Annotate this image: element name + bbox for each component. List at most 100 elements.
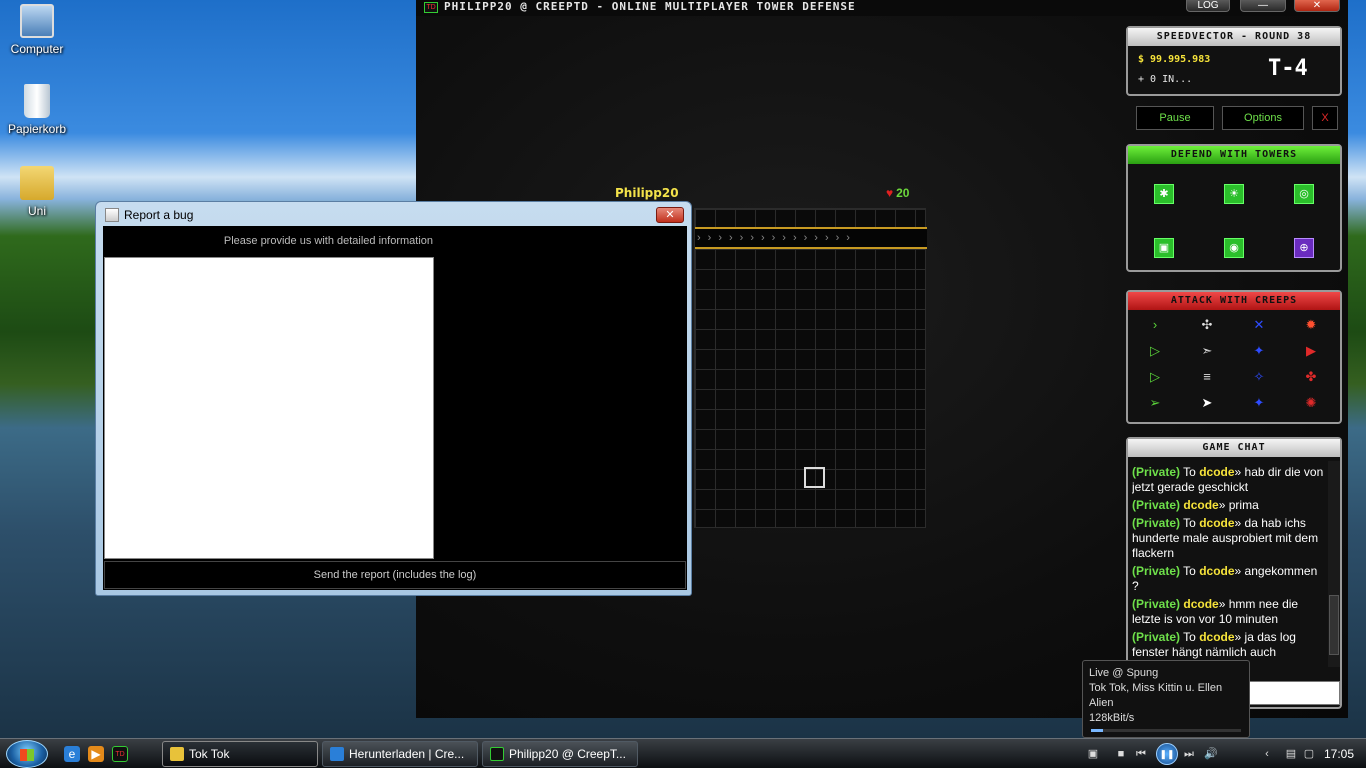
status-header: SPEEDVECTOR - ROUND 38: [1128, 28, 1340, 46]
chat-nick[interactable]: dcode: [1183, 498, 1218, 512]
tower-block-icon[interactable]: ▣: [1154, 238, 1174, 258]
bug-description-textarea[interactable]: [104, 257, 434, 559]
player-name: Philipp20: [615, 186, 679, 200]
creep-green-2-icon[interactable]: ▷: [1146, 342, 1164, 360]
chat-nick[interactable]: dcode: [1199, 516, 1234, 530]
desktop-icon-recycle-bin[interactable]: Papierkorb: [0, 84, 74, 136]
chat-message: (Private) To dcode» hab dir die von jetz…: [1132, 465, 1324, 494]
creep-white-4-icon[interactable]: ➤: [1198, 394, 1216, 412]
media-station: Live @ Spung: [1089, 667, 1159, 679]
creep-green-1-icon[interactable]: ›: [1146, 316, 1164, 334]
creep-blue-2-icon[interactable]: ✦: [1250, 342, 1268, 360]
internet-explorer-icon[interactable]: e: [64, 746, 80, 762]
chat-scroll-thumb[interactable]: [1329, 595, 1339, 655]
chat-nick[interactable]: dcode: [1199, 465, 1234, 479]
taskbar-item-creeptd[interactable]: Philipp20 @ CreepT...: [482, 741, 638, 767]
system-tray: ▣ ■ ⏮ ❚❚ ⏭ 🔊 ‹ ▤ ▢ 17:05: [1080, 741, 1362, 767]
status-panel: SPEEDVECTOR - ROUND 38 $ 99.995.983 + 0 …: [1126, 26, 1342, 96]
chat-input[interactable]: [1238, 681, 1340, 705]
game-titlebar[interactable]: TD PHILIPP20 @ CREEPTD - ONLINE MULTIPLA…: [416, 0, 1348, 16]
volume-icon[interactable]: 🔊: [1204, 747, 1218, 761]
lives-value: 20: [896, 186, 910, 200]
creep-red-4-icon[interactable]: ✺: [1302, 394, 1320, 412]
log-button[interactable]: LOG: [1186, 0, 1230, 12]
quit-game-button[interactable]: X: [1312, 106, 1338, 130]
winamp-icon: [170, 747, 184, 761]
money-display: $ 99.995.983: [1138, 54, 1211, 65]
pause-icon[interactable]: ❚❚: [1156, 743, 1178, 765]
media-bitrate: 128kBit/s: [1089, 712, 1135, 724]
pause-button[interactable]: Pause: [1136, 106, 1214, 130]
minimize-button[interactable]: —: [1240, 0, 1286, 12]
display-icon[interactable]: ▢: [1302, 747, 1316, 761]
recycle-bin-icon: [24, 84, 50, 118]
chat-nick[interactable]: dcode: [1183, 597, 1218, 611]
round-timer: T-4: [1268, 56, 1308, 81]
tower-cannon-icon[interactable]: ✱: [1154, 184, 1174, 204]
chat-nick[interactable]: dcode: [1199, 630, 1234, 644]
media-progress-bar[interactable]: [1091, 729, 1241, 732]
send-report-button[interactable]: Send the report (includes the log): [104, 561, 686, 589]
tower-swirl-icon[interactable]: ◎: [1294, 184, 1314, 204]
chat-tag: (Private): [1132, 597, 1181, 611]
desktop-icon-uni[interactable]: Uni: [0, 166, 74, 218]
chat-tag: (Private): [1132, 465, 1181, 479]
dialog-body: Please provide us with detailed informat…: [103, 226, 687, 590]
creep-blue-1-icon[interactable]: ✕: [1250, 316, 1268, 334]
chevron-left-icon[interactable]: ‹: [1260, 747, 1274, 761]
tower-radar-icon[interactable]: ⊕: [1294, 238, 1314, 258]
creep-path: ›››››››››››››››: [695, 227, 927, 249]
media-mini-icon[interactable]: ▣: [1086, 747, 1100, 761]
network-icon[interactable]: ▤: [1284, 747, 1298, 761]
creep-red-1-icon[interactable]: ✹: [1302, 316, 1320, 334]
taskbar-item-browser[interactable]: Herunterladen | Cre...: [322, 741, 478, 767]
creep-red-3-icon[interactable]: ✤: [1302, 368, 1320, 386]
chat-prefix: To: [1183, 516, 1196, 530]
taskbar-item-tok-tok[interactable]: Tok Tok: [162, 741, 318, 767]
chat-tag: (Private): [1132, 498, 1181, 512]
options-button[interactable]: Options: [1222, 106, 1304, 130]
creep-red-2-icon[interactable]: ▶: [1302, 342, 1320, 360]
creep-green-4-icon[interactable]: ➢: [1146, 394, 1164, 412]
creeptd-quicklaunch-icon[interactable]: TD: [112, 746, 128, 762]
creep-white-2-icon[interactable]: ➣: [1198, 342, 1216, 360]
folder-shortcut-icon: [20, 166, 54, 200]
start-button[interactable]: [6, 740, 48, 768]
chat-tag: (Private): [1132, 516, 1181, 530]
stop-icon[interactable]: ■: [1114, 747, 1128, 761]
tower-target-icon[interactable]: ◉: [1224, 238, 1244, 258]
java-app-icon: [105, 208, 119, 222]
towers-header: DEFEND WITH TOWERS: [1128, 146, 1340, 164]
clock[interactable]: 17:05: [1324, 747, 1354, 761]
creep-white-1-icon[interactable]: ✣: [1198, 316, 1216, 334]
desktop-icon-computer[interactable]: Computer: [0, 4, 74, 56]
tower-lightning-icon[interactable]: ☀: [1224, 184, 1244, 204]
creep-white-3-icon[interactable]: ≡: [1198, 368, 1216, 386]
taskbar-item-label: Herunterladen | Cre...: [349, 747, 465, 761]
dialog-close-button[interactable]: ✕: [656, 207, 684, 223]
creep-green-3-icon[interactable]: ▷: [1146, 368, 1164, 386]
desktop-icon-label: Uni: [27, 204, 46, 218]
next-icon[interactable]: ⏭: [1182, 747, 1196, 761]
chat-tag: (Private): [1132, 630, 1181, 644]
heart-icon: ♥: [886, 186, 894, 200]
close-button[interactable]: ✕: [1294, 0, 1340, 12]
previous-icon[interactable]: ⏮: [1134, 747, 1148, 761]
bug-report-dialog: Report a bug ✕ Please provide us with de…: [95, 201, 692, 596]
chat-scrollbar[interactable]: [1328, 461, 1340, 667]
creep-blue-3-icon[interactable]: ✧: [1250, 368, 1268, 386]
chat-nick[interactable]: dcode: [1199, 564, 1234, 578]
chat-message: (Private) To dcode» ja das log fenster h…: [1132, 630, 1296, 659]
window-title: PHILIPP20 @ CREEPTD - ONLINE MULTIPLAYER…: [444, 0, 856, 13]
creeptd-icon: TD: [424, 2, 438, 13]
creep-blue-4-icon[interactable]: ✦: [1250, 394, 1268, 412]
computer-icon: [20, 4, 54, 38]
chat-message: (Private) dcode» hmm nee die letzte is v…: [1132, 597, 1299, 626]
creeps-panel: ATTACK WITH CREEPS › ✣ ✕ ✹ ▷ ➣ ✦ ▶ ▷ ≡ ✧…: [1126, 290, 1342, 424]
dialog-title: Report a bug: [124, 208, 194, 222]
taskbar-item-label: Philipp20 @ CreepT...: [509, 747, 626, 761]
media-progress-fill: [1091, 729, 1103, 732]
chat-prefix: To: [1183, 630, 1196, 644]
media-player-icon[interactable]: ▶: [88, 746, 104, 762]
creeptd-icon: [490, 747, 504, 761]
